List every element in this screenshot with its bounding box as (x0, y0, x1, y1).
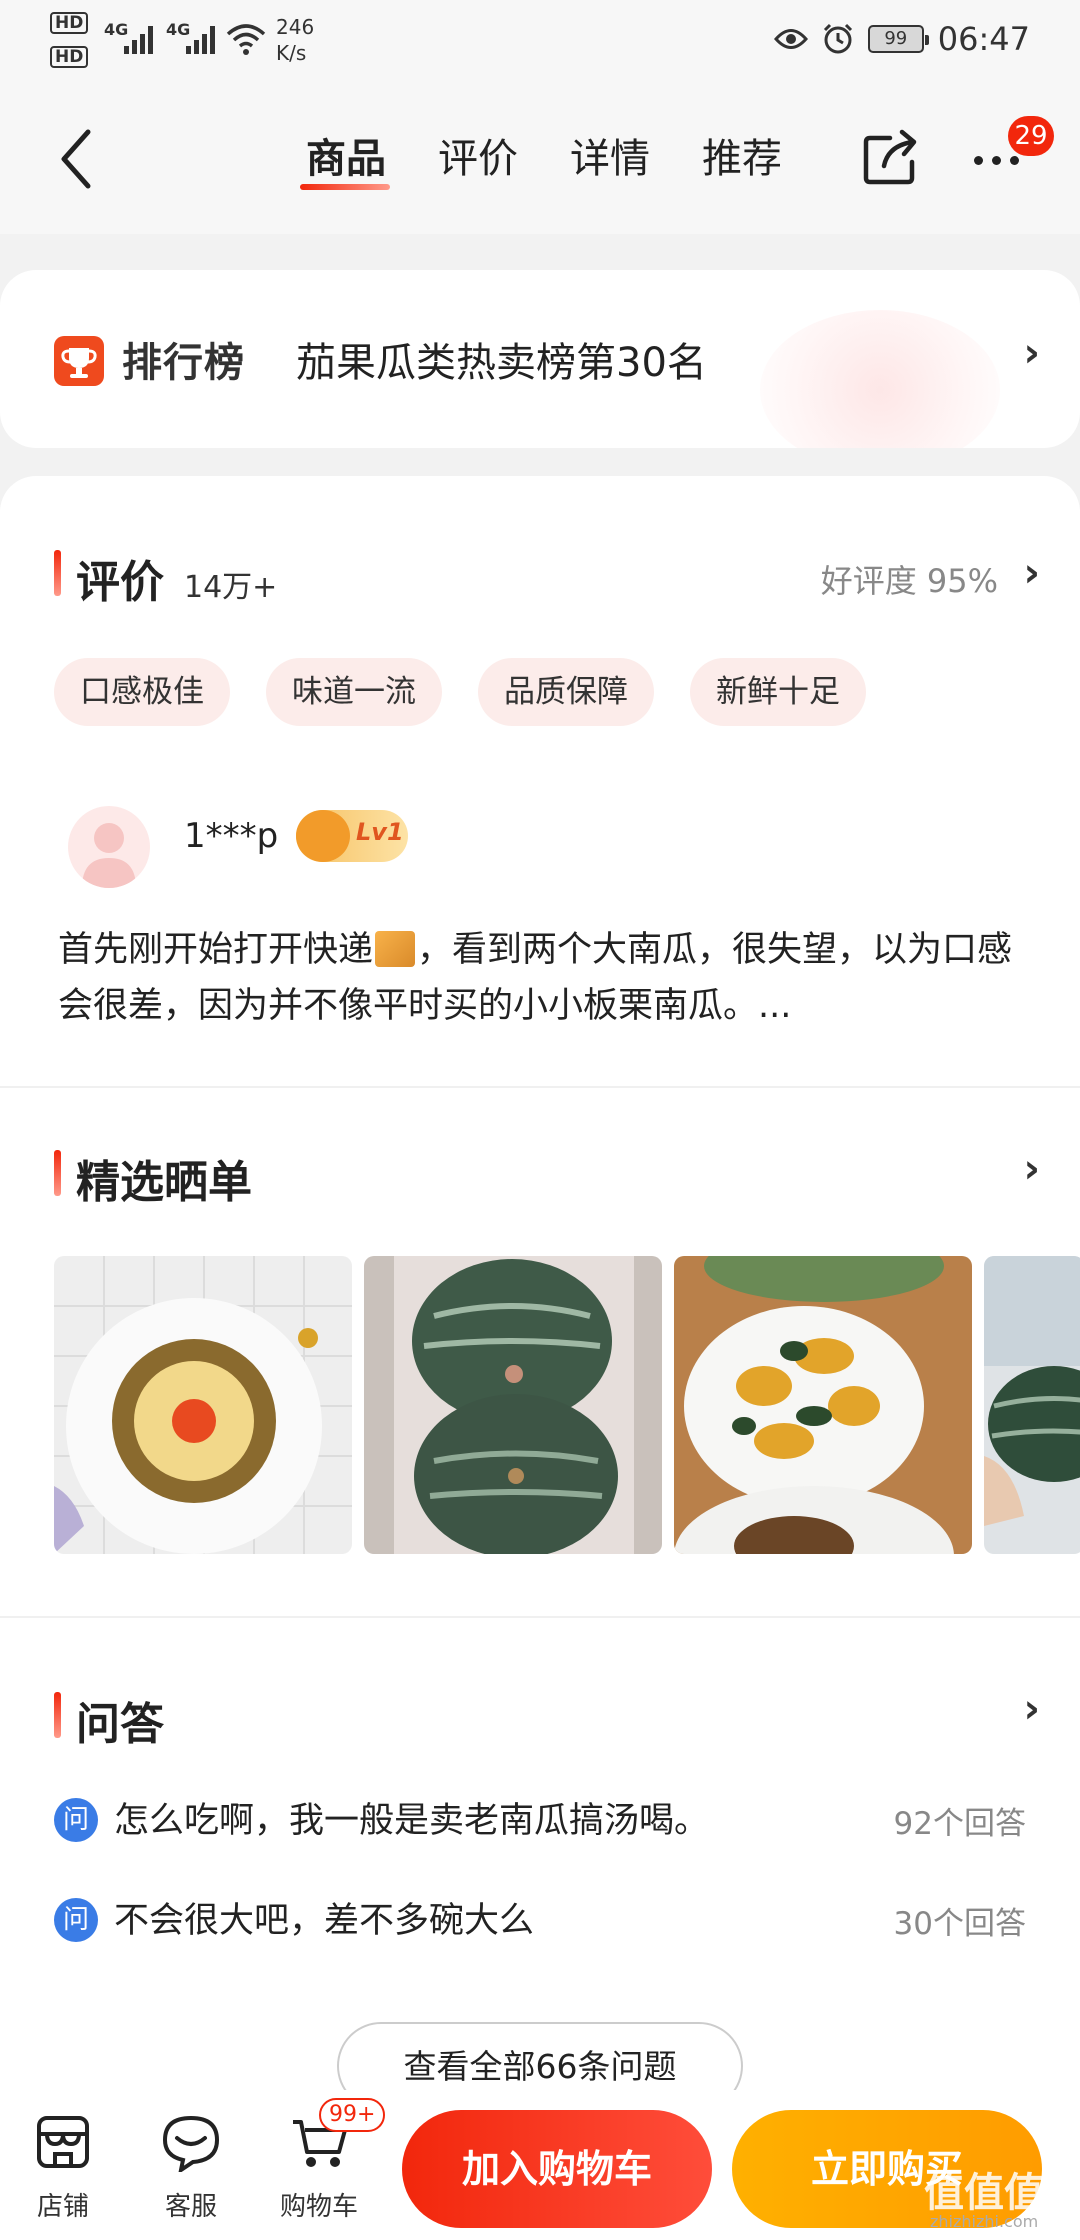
level-text: Lv1 (356, 818, 404, 846)
signal-icon-1 (124, 24, 160, 54)
section-accent-bar (54, 550, 61, 596)
more-icon (974, 156, 1019, 165)
review-text[interactable]: 首先刚开始打开快递 ，看到两个大南瓜，很失望，以为口感会很差，因为并不像平时买的小… (58, 922, 1038, 1034)
tab-recommend[interactable]: 推荐 (676, 84, 808, 234)
review-photo[interactable] (984, 1256, 1080, 1554)
tab-recommend-label: 推荐 (702, 136, 782, 182)
review-photo[interactable] (364, 1256, 662, 1554)
chevron-right-icon[interactable]: › (1024, 550, 1040, 596)
store-label: 店铺 (36, 2192, 89, 2222)
answer-count: 92个回答 (893, 1806, 1026, 1842)
chevron-right-icon[interactable]: › (1024, 1146, 1040, 1192)
network-speed: 246 K/s (276, 15, 315, 65)
battery-icon: 99 (867, 25, 929, 53)
more-button[interactable]: 29 (968, 116, 1054, 188)
chevron-left-icon (61, 129, 91, 189)
ranking-banner[interactable]: 排行榜 茄果瓜类热卖榜第30名 › (0, 270, 1080, 448)
store-icon (37, 2116, 89, 2168)
share-button[interactable] (860, 126, 922, 188)
hd-indicator-2: HD (50, 46, 89, 68)
good-rate-link[interactable]: 好评度 95% (821, 556, 998, 602)
tab-details[interactable]: 详情 (544, 84, 676, 234)
answer-count: 30个回答 (893, 1906, 1026, 1942)
qa-item[interactable]: 问 不会很大吧，差不多碗大么 30个回答 (54, 1888, 1026, 1948)
tab-product-label: 商品 (306, 136, 386, 182)
tab-details-label: 详情 (570, 136, 650, 182)
level-icon (296, 810, 350, 862)
ranking-brand: 排行榜 (122, 340, 245, 386)
trophy-icon (54, 336, 104, 386)
question-text: 怎么吃啊，我一般是卖老南瓜搞汤喝。 (114, 1801, 710, 1841)
question-icon: 问 (54, 1798, 98, 1842)
hd-indicator-1: HD (50, 12, 89, 34)
tab-reviews-label: 评价 (438, 136, 518, 182)
clock: 06:47 (937, 20, 1030, 58)
reviewer-name: 1***p (184, 816, 279, 856)
default-avatar-icon (82, 823, 136, 888)
customer-service-label: 客服 (164, 2192, 217, 2222)
status-bar: HD HD 4G 4G 246 K/s 99 06:47 (0, 0, 1080, 84)
review-photo[interactable] (674, 1256, 972, 1554)
question-icon: 问 (54, 1898, 98, 1942)
back-button[interactable] (50, 124, 110, 194)
chevron-right-icon: › (1023, 330, 1040, 376)
reviews-title: 评价 (76, 557, 164, 608)
review-tag[interactable]: 新鲜十足 (690, 658, 866, 726)
review-tag[interactable]: 品质保障 (478, 658, 654, 726)
review-photo[interactable] (54, 1256, 352, 1554)
section-accent-bar (54, 1150, 61, 1196)
member-level-badge: Lv1 (296, 810, 408, 862)
cart-button[interactable]: 99+ 购物车 (274, 2098, 386, 2223)
review-text-part1: 首先刚开始打开快递 (58, 930, 374, 970)
alarm-icon (823, 23, 852, 54)
ranking-decoration (760, 310, 1000, 448)
store-button[interactable]: 店铺 (18, 2112, 108, 2223)
chat-icon (162, 2115, 220, 2175)
review-tags: 口感极佳 味道一流 品质保障 新鲜十足 (54, 658, 866, 726)
watermark-url: zhizhizhi.com (930, 2212, 1039, 2231)
share-icon (863, 129, 917, 185)
active-tab-indicator (300, 184, 390, 190)
customer-service-button[interactable]: 客服 (146, 2112, 236, 2223)
package-icon (375, 931, 416, 967)
reviews-section: 评价 14万+ 好评度 95% › 口感极佳 味道一流 品质保障 新鲜十足 1*… (0, 476, 1080, 1086)
eye-icon (773, 29, 808, 49)
tab-reviews[interactable]: 评价 (412, 84, 544, 234)
notification-badge: 29 (1008, 116, 1054, 156)
review-tag[interactable]: 口感极佳 (54, 658, 230, 726)
signal-icon-2 (186, 24, 222, 54)
showcase-section: 精选晒单 › (0, 1088, 1080, 1616)
question-text: 不会很大吧，差不多碗大么 (114, 1901, 535, 1941)
product-header: 商品 评价 详情 推荐 29 (0, 84, 1080, 234)
section-accent-bar (54, 1692, 61, 1738)
review-tag[interactable]: 味道一流 (266, 658, 442, 726)
photo-strip (54, 1256, 1080, 1554)
qa-title: 问答 (76, 1699, 164, 1750)
qa-item[interactable]: 问 怎么吃啊，我一般是卖老南瓜搞汤喝。 92个回答 (54, 1788, 1026, 1848)
reviews-count: 14万+ (184, 570, 278, 605)
cart-count-badge: 99+ (319, 2098, 386, 2132)
chevron-right-icon[interactable]: › (1024, 1686, 1040, 1732)
tab-bar: 商品 评价 详情 推荐 (280, 84, 808, 234)
wifi-icon (226, 24, 266, 55)
tab-product[interactable]: 商品 (280, 84, 412, 234)
watermark-logo: 值值值 (924, 2170, 1044, 2216)
add-to-cart-button[interactable]: 加入购物车 (402, 2110, 712, 2228)
avatar (68, 806, 150, 888)
ranking-text: 茄果瓜类热卖榜第30名 (296, 340, 707, 386)
cart-label: 购物车 (279, 2192, 358, 2222)
status-right: 99 06:47 (773, 20, 1030, 58)
showcase-title: 精选晒单 (76, 1157, 252, 1208)
bottom-action-bar: 店铺 客服 99+ 购物车 加入购物车 立即购买 (0, 2090, 1080, 2240)
